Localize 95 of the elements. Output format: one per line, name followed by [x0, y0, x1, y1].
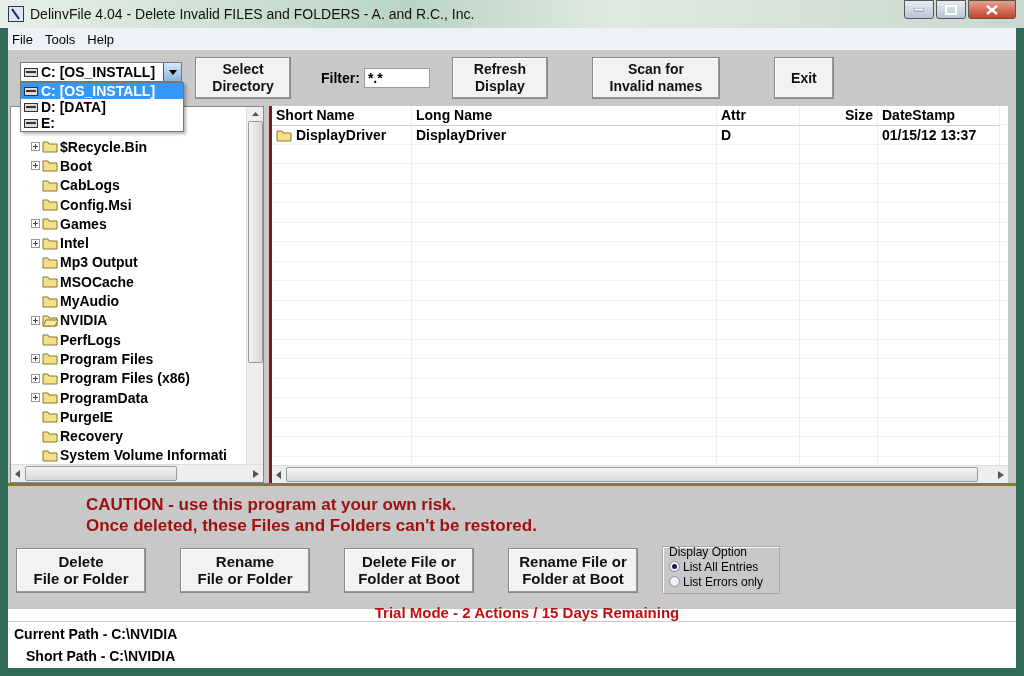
window-title: DelinvFile 4.04 - Delete Invalid FILES and FOLDERS - A. and R.C., Inc.	[30, 6, 476, 22]
action-button[interactable]: Delete File or Folder at Boot	[344, 547, 474, 593]
tree-item[interactable]: Games	[60, 215, 107, 232]
toolbar-button[interactable]: Select Directory	[195, 57, 291, 99]
tree-item[interactable]: Config.Msi	[60, 196, 132, 213]
menu-item[interactable]: Help	[87, 31, 115, 47]
folder-icon	[42, 410, 58, 424]
tree-item[interactable]: CabLogs	[60, 177, 120, 194]
radio-button[interactable]	[669, 561, 680, 572]
maximize-button[interactable]	[936, 0, 966, 19]
column-header[interactable]: Size	[800, 106, 878, 126]
minimize-button[interactable]	[904, 0, 934, 19]
tree-item[interactable]: NVIDIA	[60, 312, 108, 329]
folder-icon	[42, 371, 58, 385]
folder-icon	[42, 275, 58, 289]
right-arrow-icon[interactable]	[998, 470, 1004, 479]
tree-item[interactable]: System Volume Informati	[60, 447, 227, 464]
filter-field[interactable]: *.*	[363, 68, 430, 88]
expand-icon[interactable]	[31, 161, 40, 171]
folder-icon	[42, 159, 58, 173]
folder-icon	[42, 294, 58, 308]
menu-item[interactable]: File	[12, 31, 33, 47]
drive-dropdown[interactable]: C: [OS_INSTALL]	[20, 62, 182, 82]
expand-icon[interactable]	[31, 315, 40, 325]
scrollbar[interactable]	[272, 465, 1008, 483]
folder-icon	[42, 352, 58, 366]
folder-icon	[42, 217, 58, 231]
expand-icon[interactable]	[31, 219, 40, 229]
toolbar-button[interactable]: Refresh Display	[451, 57, 548, 99]
left-arrow-icon[interactable]	[276, 470, 282, 479]
maximize-icon	[945, 4, 957, 15]
table-cell: D	[721, 127, 732, 144]
tree-item[interactable]: Program Files	[60, 350, 154, 367]
folder-icon	[42, 140, 58, 154]
table-cell: DisplayDriver	[296, 127, 387, 144]
app-icon	[8, 6, 24, 22]
folder-icon	[42, 429, 58, 443]
radio-label[interactable]: List Errors only	[683, 574, 764, 589]
expand-icon[interactable]	[31, 393, 40, 402]
tree-item[interactable]: MyAudio	[60, 293, 120, 309]
tree-item[interactable]: Boot	[60, 157, 92, 174]
right-arrow-icon[interactable]	[253, 469, 259, 478]
radio-button[interactable]	[669, 576, 680, 587]
caution-text: Once deleted, these Files and Folders can't be restored.	[86, 515, 538, 536]
radio-label[interactable]: List All Entries	[683, 559, 759, 574]
drive-icon	[24, 86, 38, 96]
tree-item[interactable]: $Recycle.Bin	[60, 138, 148, 155]
status-text: Current Path - C:\NVIDIA	[14, 626, 179, 642]
dropdown-option[interactable]: E:	[21, 115, 183, 131]
action-button[interactable]: Rename File or Folder at Boot	[508, 547, 638, 593]
tree-item[interactable]: PurgeIE	[60, 408, 113, 425]
caret-icon	[168, 69, 177, 75]
expand-icon[interactable]	[31, 238, 40, 248]
table-cell: 01/15/12 13:37	[882, 127, 977, 144]
status-text: Short Path - C:\NVIDIA	[25, 648, 177, 664]
close-button[interactable]	[968, 0, 1016, 19]
folder-icon	[42, 255, 58, 269]
action-button[interactable]: Rename File or Folder	[180, 547, 310, 593]
folder-icon	[42, 391, 58, 404]
drive-icon	[24, 67, 38, 77]
folder-icon	[42, 448, 58, 462]
folder-icon	[42, 313, 58, 327]
tree-item[interactable]: MSOCache	[60, 273, 134, 290]
tree-item[interactable]: Intel	[60, 235, 89, 252]
folder-icon	[42, 236, 58, 250]
menu-item[interactable]: Tools	[44, 31, 76, 47]
tree-item[interactable]: Program Files (x86)	[60, 370, 190, 387]
folder-icon	[42, 333, 58, 347]
caution-text: CAUTION - use this program at your own risk.	[86, 494, 458, 515]
expand-icon[interactable]	[31, 142, 40, 152]
left-arrow-icon[interactable]	[15, 469, 21, 478]
minimize-icon	[914, 7, 924, 12]
tree-item[interactable]: Recovery	[60, 428, 124, 445]
folder-icon	[42, 178, 58, 192]
drive-icon	[24, 118, 38, 128]
scrollbar[interactable]	[11, 464, 263, 482]
trial-notice: Trial Mode - 2 Actions / 15 Days Remaining	[374, 604, 680, 621]
column-header[interactable]: Short Name	[272, 106, 412, 126]
drive-icon	[24, 102, 38, 112]
expand-icon[interactable]	[31, 354, 40, 364]
dropdown-option[interactable]: D: [DATA]	[21, 99, 183, 115]
toolbar-button[interactable]: Exit	[773, 57, 834, 99]
tree-item[interactable]: PerfLogs	[60, 331, 121, 348]
display-option-group: Display Option List All Entries List Errors only	[662, 546, 780, 594]
tree-item[interactable]: ProgramData	[60, 389, 148, 406]
scrollbar[interactable]	[246, 107, 263, 464]
folder-icon	[42, 198, 58, 212]
toolbar-button[interactable]: Scan for Invalid names	[591, 57, 720, 99]
tree-item[interactable]: Mp3 Output	[60, 254, 138, 271]
filter-label: Filter:	[321, 70, 360, 86]
action-button[interactable]: Delete File or Folder	[16, 547, 146, 593]
expand-icon[interactable]	[31, 373, 40, 383]
close-icon	[986, 4, 998, 15]
table-cell: DisplayDriver	[416, 127, 507, 144]
folder-icon	[276, 128, 292, 142]
